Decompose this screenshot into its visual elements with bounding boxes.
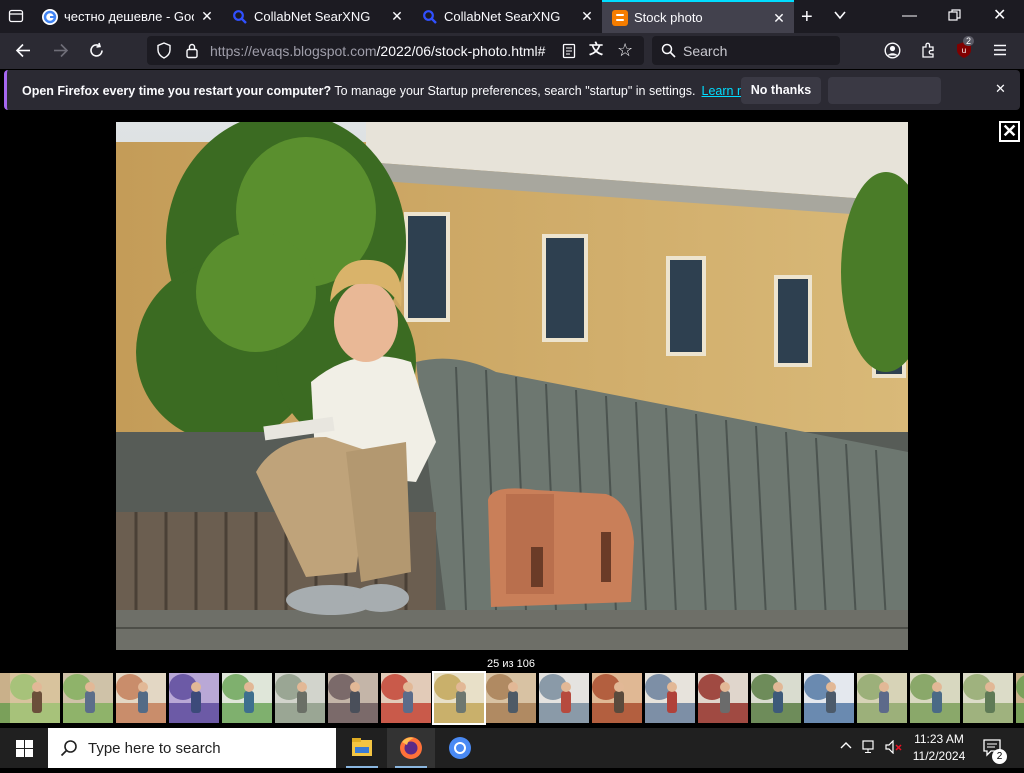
thumbnail[interactable] [857,673,907,723]
network-icon[interactable] [862,740,878,757]
thumbnail[interactable] [169,673,219,723]
search-input[interactable]: Search [652,36,840,65]
google-icon [42,8,58,25]
svg-text:u: u [962,46,966,55]
forward-icon[interactable] [52,42,69,62]
thumbnail[interactable] [381,673,431,723]
windows-start-icon[interactable] [16,740,33,760]
search-icon [232,9,248,25]
image-viewer: ✕ 25 из 106 [0,112,1024,728]
minimize-icon[interactable]: — [902,8,917,23]
reload-icon[interactable] [88,42,105,62]
thumbnail[interactable] [963,673,1013,723]
thumbnail[interactable] [63,673,113,723]
close-tab-icon[interactable]: ✕ [200,9,214,23]
thumbnail[interactable] [1016,673,1024,723]
main-photo[interactable] [116,122,908,650]
chevron-down-icon[interactable] [833,8,847,25]
thumbnail[interactable] [539,673,589,723]
tab-list-icon[interactable] [8,8,24,27]
close-window-icon[interactable]: ✕ [993,8,1006,24]
notification-message: Open Firefox every time you restart your… [22,84,766,98]
extensions-icon[interactable] [920,42,937,62]
account-icon[interactable] [884,42,901,62]
blogger-icon [612,9,628,26]
menu-icon[interactable] [992,42,1008,61]
thumbnail[interactable] [645,673,695,723]
taskbar-search-input[interactable]: Type here to search [48,728,336,768]
taskbar-clock[interactable]: 11:23 AM 11/2/2024 [908,731,970,765]
tab-title: Stock photo [634,10,703,25]
image-counter: 25 из 106 [487,658,535,670]
tab-title: CollabNet SearXNG [444,9,561,24]
thumbnail[interactable] [592,673,642,723]
nav-bar: https://evaqs.blogspot.com/2022/06/stock… [0,33,1024,69]
thumbnail[interactable] [116,673,166,723]
thumbnail[interactable] [698,673,748,723]
close-tab-icon[interactable]: ✕ [580,9,594,23]
thumbnail[interactable] [222,673,272,723]
notification-secondary-button[interactable] [828,77,941,104]
firefox-app[interactable] [387,728,435,768]
thumbnail[interactable] [275,673,325,723]
extension-badge: 2 [963,36,975,46]
thumbnail[interactable] [486,673,536,723]
shield-icon[interactable] [156,42,172,62]
search-placeholder: Search [683,43,728,59]
tab-searxng-1[interactable]: CollabNet SearXNG ✕ [222,0,412,33]
new-tab-icon[interactable]: + [801,7,813,27]
taskbar-search-placeholder: Type here to search [88,740,221,757]
search-icon [60,739,78,760]
close-tab-icon[interactable]: ✕ [390,9,404,23]
thumbnail[interactable] [0,673,10,723]
lock-icon[interactable] [185,42,199,62]
search-icon [422,9,438,25]
volume-muted-icon[interactable] [885,739,903,757]
chromium-app[interactable] [436,728,484,768]
reader-view-icon[interactable] [562,43,576,62]
tab-bar: честно дешевле - Googl ✕ CollabNet SearX… [0,0,1024,33]
tab-searxng-2[interactable]: CollabNet SearXNG ✕ [412,0,602,33]
thumbnail[interactable] [804,673,854,723]
close-viewer-button[interactable]: ✕ [999,121,1020,142]
no-thanks-button[interactable]: No thanks [741,77,821,104]
close-notification-icon[interactable]: ✕ [995,82,1006,95]
thumbnail[interactable] [751,673,801,723]
restore-icon[interactable] [948,9,961,25]
url-text[interactable]: https://evaqs.blogspot.com/2022/06/stock… [210,43,555,59]
bookmark-star-icon[interactable]: ☆ [617,41,633,59]
search-icon [661,43,676,61]
thumbnail-current[interactable] [432,671,486,725]
thumbnail[interactable] [10,673,60,723]
translate-icon[interactable]: 文 [589,42,603,56]
tab-title: честно дешевле - Googl [64,9,194,24]
close-tab-icon[interactable]: ✕ [772,11,786,25]
tray-overflow-chevron-icon[interactable] [840,740,852,755]
url-bar[interactable]: https://evaqs.blogspot.com/2022/06/stock… [147,36,644,65]
taskbar: Type here to search 11:23 AM 11/2/2024 2 [0,728,1024,768]
notification-count-badge: 2 [992,749,1007,764]
startup-notification-bar: Open Firefox every time you restart your… [4,70,1020,110]
thumbnail-strip [0,671,1024,726]
tab-title: CollabNet SearXNG [254,9,371,24]
tab-google[interactable]: честно дешевле - Googl ✕ [32,0,222,33]
thumbnail[interactable] [328,673,378,723]
file-explorer-app[interactable] [338,728,386,768]
thumbnail[interactable] [910,673,960,723]
back-icon[interactable] [15,42,32,62]
tab-stock-photo[interactable]: Stock photo ✕ [602,0,794,33]
